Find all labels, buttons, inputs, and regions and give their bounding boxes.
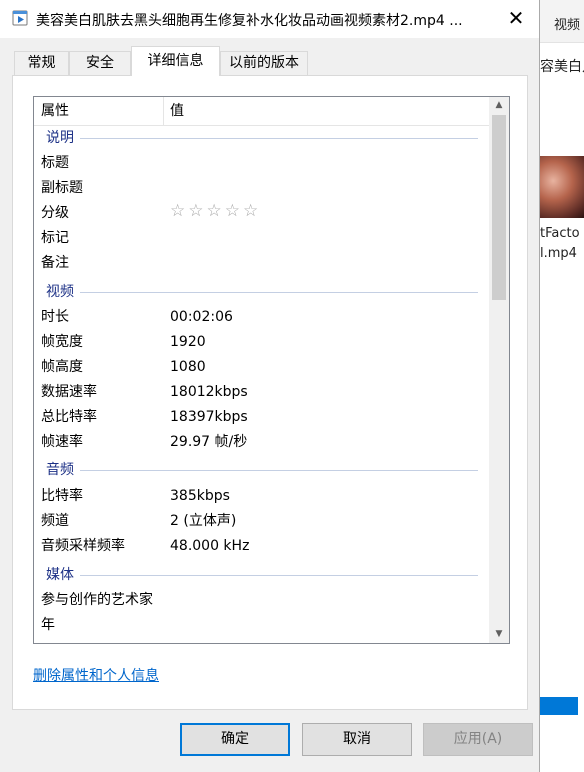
vertical-scrollbar[interactable]: ▲ ▼	[489, 97, 509, 643]
background-toolbar-label: 视频	[554, 18, 581, 33]
row-audio-bitrate-label[interactable]: 比特率	[41, 487, 83, 505]
scroll-up-arrow-icon[interactable]: ▲	[489, 97, 509, 114]
background-video-thumbnail[interactable]	[540, 156, 584, 218]
group-divider	[80, 138, 478, 139]
apply-button[interactable]: 应用(A)	[423, 723, 533, 756]
background-toolbar: 视频	[540, 0, 584, 43]
row-subtitle-label[interactable]: 副标题	[41, 179, 83, 197]
row-title-label[interactable]: 标题	[41, 154, 69, 172]
group-header-media[interactable]: 媒体	[46, 566, 74, 584]
group-divider	[80, 575, 478, 576]
column-header-property[interactable]: 属性	[34, 97, 164, 125]
row-frame-height-value: 1080	[170, 359, 206, 375]
row-audio-bitrate-value: 385kbps	[170, 488, 230, 504]
row-sample-rate-label[interactable]: 音频采样频率	[41, 537, 125, 555]
remove-properties-link[interactable]: 删除属性和个人信息	[33, 665, 159, 685]
cancel-button[interactable]: 取消	[302, 723, 412, 756]
tab-general[interactable]: 常规	[14, 51, 69, 75]
row-contributing-artists-label[interactable]: 参与创作的艺术家	[41, 591, 153, 609]
row-data-rate-label[interactable]: 数据速率	[41, 383, 97, 401]
background-thumbnail-caption: tFacto	[540, 226, 580, 241]
row-length-value: 00:02:06	[170, 309, 233, 325]
group-header-description[interactable]: 说明	[46, 129, 74, 147]
background-breadcrumb: 容美白凡	[540, 59, 584, 75]
close-button[interactable]: ✕	[493, 0, 539, 36]
properties-dialog: 美容美白肌肤去黑头细胞再生修复补水化妆品动画视频素材2.mp4 ... ✕ 常规…	[0, 0, 540, 772]
row-sample-rate-value: 48.000 kHz	[170, 538, 250, 554]
group-divider	[80, 470, 478, 471]
group-header-video[interactable]: 视频	[46, 283, 74, 301]
scrollbar-thumb[interactable]	[492, 115, 506, 300]
row-frame-width-value: 1920	[170, 334, 206, 350]
row-rating-label[interactable]: 分级	[41, 204, 69, 222]
tab-details[interactable]: 详细信息	[131, 46, 220, 76]
row-data-rate-value: 18012kbps	[170, 384, 248, 400]
rating-stars[interactable]: ☆☆☆☆☆	[170, 202, 261, 220]
group-divider	[80, 292, 478, 293]
row-tags-label[interactable]: 标记	[41, 229, 69, 247]
title-bar[interactable]: 美容美白肌肤去黑头细胞再生修复补水化妆品动画视频素材2.mp4 ... ✕	[0, 0, 539, 38]
row-frame-height-label[interactable]: 帧高度	[41, 358, 83, 376]
window-title: 美容美白肌肤去黑头细胞再生修复补水化妆品动画视频素材2.mp4 ...	[36, 13, 463, 29]
row-year-label[interactable]: 年	[41, 616, 55, 634]
column-header: 属性 值	[34, 97, 490, 126]
tab-previous-versions[interactable]: 以前的版本	[220, 51, 308, 75]
video-file-icon	[12, 10, 28, 26]
background-explorer-window: 视频 容美白凡 tFacto l.mp4	[540, 0, 584, 772]
row-channels-label[interactable]: 频道	[41, 512, 69, 530]
close-icon: ✕	[507, 6, 525, 30]
group-header-audio[interactable]: 音频	[46, 461, 74, 479]
background-thumbnail-caption: l.mp4	[540, 246, 577, 261]
ok-button[interactable]: 确定	[180, 723, 290, 756]
property-list[interactable]: 属性 值 说明 标题 副标题 分级 ☆☆☆☆☆ 标记 备注 视频 时长 00:0…	[33, 96, 510, 644]
row-frame-width-label[interactable]: 帧宽度	[41, 333, 83, 351]
background-selection-highlight	[540, 697, 578, 715]
row-frame-rate-value: 29.97 帧/秒	[170, 434, 248, 450]
row-comments-label[interactable]: 备注	[41, 254, 69, 272]
row-total-bitrate-value: 18397kbps	[170, 409, 248, 425]
column-header-value[interactable]: 值	[163, 97, 184, 125]
scroll-down-arrow-icon[interactable]: ▼	[489, 626, 509, 643]
row-total-bitrate-label[interactable]: 总比特率	[41, 408, 97, 426]
tab-security[interactable]: 安全	[69, 51, 131, 75]
property-rows: 属性 值 说明 标题 副标题 分级 ☆☆☆☆☆ 标记 备注 视频 时长 00:0…	[34, 97, 490, 643]
row-frame-rate-label[interactable]: 帧速率	[41, 433, 83, 451]
row-length-label[interactable]: 时长	[41, 308, 69, 326]
row-channels-value: 2 (立体声)	[170, 513, 237, 529]
